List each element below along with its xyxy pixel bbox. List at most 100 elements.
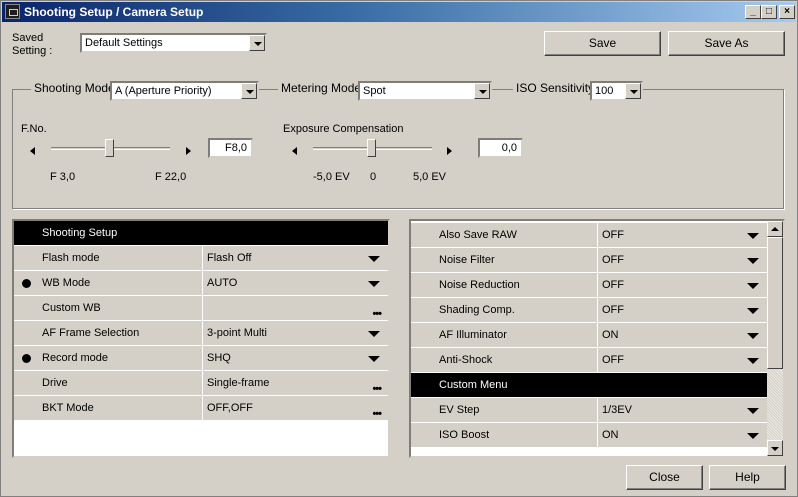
table-row[interactable]: WB Mode AUTO xyxy=(14,271,388,296)
iso-sensitivity-select[interactable]: 100 xyxy=(590,81,643,101)
minimize-button[interactable]: _ xyxy=(745,5,761,19)
row-value[interactable]: ON xyxy=(598,423,767,447)
table-row[interactable]: Also Save RAW OFF xyxy=(411,223,767,248)
camera-setup-table: Also Save RAW OFF Noise Filter OFF Noise Red… xyxy=(409,219,785,458)
row-label: Drive xyxy=(14,371,202,395)
row-value[interactable]: Flash Off xyxy=(203,246,388,270)
row-value[interactable]: ON xyxy=(598,323,767,347)
row-value-text: SHQ xyxy=(207,352,231,364)
saved-setting-select[interactable]: Default Settings xyxy=(80,33,267,53)
dropdown-arrow-icon[interactable] xyxy=(368,331,380,337)
table-row[interactable]: Custom WB ••• xyxy=(14,296,388,321)
row-value[interactable]: ••• xyxy=(203,296,388,320)
scroll-up-icon[interactable] xyxy=(767,221,783,237)
scrollbar-thumb[interactable] xyxy=(767,237,783,369)
exposure-max-label: 5,0 EV xyxy=(413,171,447,183)
table-row[interactable]: Drive Single-frame ••• xyxy=(14,371,388,396)
dropdown-arrow-icon[interactable] xyxy=(747,308,759,314)
row-value-text: ON xyxy=(602,329,619,341)
exposure-value-field[interactable]: 0,0 xyxy=(478,138,523,158)
dropdown-arrow-icon[interactable] xyxy=(368,256,380,262)
row-value-text: OFF xyxy=(602,254,624,266)
table-row[interactable]: AF Frame Selection 3-point Multi xyxy=(14,321,388,346)
row-value[interactable]: SHQ xyxy=(203,346,388,370)
row-value-text: OFF xyxy=(602,279,624,291)
dropdown-arrow-icon[interactable] xyxy=(474,83,490,99)
row-value-text: OFF xyxy=(602,354,624,366)
dropdown-arrow-icon[interactable] xyxy=(249,35,265,51)
dropdown-arrow-icon[interactable] xyxy=(625,83,641,99)
row-value[interactable]: OFF xyxy=(598,273,767,297)
metering-mode-select[interactable]: Spot xyxy=(358,81,492,101)
row-value-text: OFF,OFF xyxy=(207,402,253,414)
exposure-increase-icon[interactable] xyxy=(447,147,452,155)
row-value[interactable]: 3-point Multi xyxy=(203,321,388,345)
maximize-button[interactable]: □ xyxy=(761,5,777,19)
row-value[interactable]: OFF xyxy=(598,223,767,247)
exposure-slider-thumb[interactable] xyxy=(366,139,376,162)
table-row[interactable]: Noise Reduction OFF xyxy=(411,273,767,298)
row-label: Record mode xyxy=(14,346,202,370)
camera-icon xyxy=(5,4,20,19)
saved-setting-value: Default Settings xyxy=(85,37,163,49)
fno-value-field[interactable]: F8,0 xyxy=(208,138,253,158)
exposure-decrease-icon[interactable] xyxy=(292,147,297,155)
row-label: Custom Menu xyxy=(411,373,767,397)
fno-slider-thumb[interactable] xyxy=(104,139,114,162)
exposure-label: Exposure Compensation xyxy=(283,123,404,135)
dropdown-arrow-icon[interactable] xyxy=(747,358,759,364)
table-row[interactable]: EV Step 1/3EV xyxy=(411,398,767,423)
table-row[interactable]: ISO Boost ON xyxy=(411,423,767,448)
dropdown-arrow-icon[interactable] xyxy=(368,281,380,287)
row-value-text: OFF xyxy=(602,229,624,241)
table-row[interactable]: Record mode SHQ xyxy=(14,346,388,371)
dropdown-arrow-icon[interactable] xyxy=(747,258,759,264)
dropdown-arrow-icon[interactable] xyxy=(747,433,759,439)
save-as-button[interactable]: Save As xyxy=(668,31,785,56)
row-value[interactable]: OFF xyxy=(598,248,767,272)
dropdown-arrow-icon[interactable] xyxy=(241,83,257,99)
row-label: AF Frame Selection xyxy=(14,321,202,345)
vertical-scrollbar[interactable] xyxy=(767,221,783,456)
shooting-mode-label: Shooting Mode xyxy=(31,81,118,95)
table-row[interactable]: Flash mode Flash Off xyxy=(14,246,388,271)
row-value[interactable]: OFF xyxy=(598,298,767,322)
table-row[interactable]: BKT Mode OFF,OFF ••• xyxy=(14,396,388,421)
save-button[interactable]: Save xyxy=(544,31,661,56)
row-value[interactable]: Single-frame ••• xyxy=(203,371,388,395)
row-value[interactable]: OFF xyxy=(598,348,767,372)
row-value-text: AUTO xyxy=(207,277,238,289)
dropdown-arrow-icon[interactable] xyxy=(747,408,759,414)
section-header-row: Custom Menu xyxy=(411,373,767,398)
scroll-down-icon[interactable] xyxy=(767,440,783,456)
dropdown-arrow-icon[interactable] xyxy=(747,283,759,289)
help-button[interactable]: Help xyxy=(709,465,786,490)
row-value[interactable]: AUTO xyxy=(203,271,388,295)
table-row[interactable]: Anti-Shock OFF xyxy=(411,348,767,373)
ellipsis-icon[interactable]: ••• xyxy=(372,402,382,426)
dropdown-arrow-icon[interactable] xyxy=(368,356,380,362)
fno-increase-icon[interactable] xyxy=(186,147,191,155)
dropdown-arrow-icon[interactable] xyxy=(747,333,759,339)
close-button[interactable]: Close xyxy=(626,465,703,490)
table-row[interactable]: Shading Comp. OFF xyxy=(411,298,767,323)
row-value[interactable]: 1/3EV xyxy=(598,398,767,422)
window-title: Shooting Setup / Camera Setup xyxy=(24,5,204,19)
fno-decrease-icon[interactable] xyxy=(30,147,35,155)
row-label: Also Save RAW xyxy=(411,223,597,247)
saved-setting-label-line1: Saved xyxy=(12,32,44,44)
table-row[interactable]: AF Illuminator ON xyxy=(411,323,767,348)
iso-sensitivity-value: 100 xyxy=(595,85,614,97)
row-value[interactable]: OFF,OFF ••• xyxy=(203,396,388,420)
row-label: WB Mode xyxy=(14,271,202,295)
table-row[interactable]: Noise Filter OFF xyxy=(411,248,767,273)
row-label: Noise Filter xyxy=(411,248,597,272)
metering-mode-value: Spot xyxy=(363,85,386,97)
minimize-icon: _ xyxy=(750,6,756,17)
close-window-button[interactable]: × xyxy=(779,5,795,19)
row-label: Noise Reduction xyxy=(411,273,597,297)
shooting-mode-select[interactable]: A (Aperture Priority) xyxy=(110,81,259,101)
dropdown-arrow-icon[interactable] xyxy=(747,233,759,239)
row-value-text: Single-frame xyxy=(207,377,270,389)
row-label: Flash mode xyxy=(14,246,202,270)
